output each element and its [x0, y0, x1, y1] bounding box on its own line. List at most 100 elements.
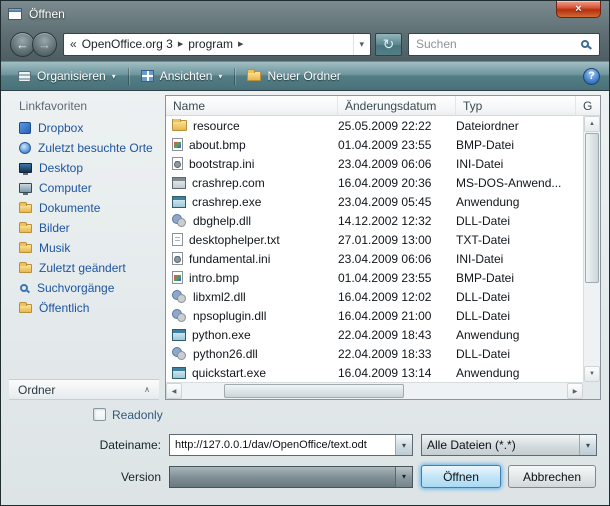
sidebar-item-recently-changed[interactable]: Zuletzt geändert [9, 258, 159, 278]
new-folder-button[interactable]: Neuer Ordner [239, 65, 348, 87]
file-date: 16.04.2009 13:14 [338, 366, 456, 380]
sidebar-item-pictures[interactable]: Bilder [9, 218, 159, 238]
file-row[interactable]: resource25.05.2009 22:22Dateiordner [166, 116, 583, 135]
vertical-scrollbar-thumb[interactable] [585, 133, 599, 283]
column-header-date[interactable]: Änderungsdatum [338, 96, 456, 115]
navigation-pane: Linkfavoriten DropboxZuletzt besuchte Or… [9, 95, 159, 400]
chevron-down-icon: ▾ [402, 441, 406, 450]
views-button[interactable]: Ansichten ▾ [133, 65, 231, 87]
file-name: libxml2.dll [193, 290, 246, 304]
file-type: BMP-Datei [456, 271, 583, 285]
filename-value[interactable]: http://127.0.0.1/dav/OpenOffice/text.odt [170, 439, 395, 451]
search-icon [20, 284, 28, 292]
forward-button[interactable]: → [32, 32, 57, 57]
file-name-cell: npsoplugin.dll [166, 309, 338, 323]
close-button[interactable]: × [556, 1, 601, 18]
file-row[interactable]: bootstrap.ini23.04.2009 06:06INI-Datei [166, 154, 583, 173]
scroll-down-button[interactable]: ▼ [584, 366, 600, 382]
column-header-name[interactable]: Name [166, 96, 338, 115]
version-dropdown-button[interactable]: ▾ [395, 467, 412, 487]
file-row[interactable]: intro.bmp01.04.2009 23:55BMP-Datei [166, 268, 583, 287]
file-date: 16.04.2009 12:02 [338, 290, 456, 304]
file-row[interactable]: about.bmp01.04.2009 23:55BMP-Datei [166, 135, 583, 154]
file-list-body: resource25.05.2009 22:22Dateiordnerabout… [166, 116, 583, 382]
sidebar-item-documents[interactable]: Dokumente [9, 198, 159, 218]
txt-file-icon [172, 233, 183, 246]
file-name-cell: crashrep.com [166, 176, 338, 190]
file-row[interactable]: crashrep.exe23.04.2009 05:45Anwendung [166, 192, 583, 211]
file-name-cell: bootstrap.ini [166, 157, 338, 171]
breadcrumb-dropdown[interactable]: ▾ [353, 34, 364, 55]
chevron-down-icon: ▾ [586, 441, 590, 450]
folder-icon [19, 244, 32, 253]
breadcrumb[interactable]: « OpenOffice.org 3 ▶ program ▶ ▾ [63, 33, 371, 56]
sidebar-item-label: Zuletzt geändert [39, 261, 126, 275]
vertical-scrollbar[interactable]: ▲ ▼ [583, 116, 600, 382]
breadcrumb-separator-icon: ▶ [238, 40, 243, 48]
help-icon: ? [588, 70, 595, 82]
breadcrumb-item-program[interactable]: program [188, 37, 233, 51]
titlebar[interactable]: Öffnen × [1, 1, 609, 27]
folders-label: Ordner [18, 383, 55, 397]
file-name: crashrep.exe [192, 195, 261, 209]
sidebar-item-label: Desktop [39, 161, 83, 175]
sidebar-items: DropboxZuletzt besuchte Orte Desktop Compu… [9, 118, 159, 318]
file-row[interactable]: quickstart.exe16.04.2009 13:14Anwendung [166, 363, 583, 382]
file-date: 23.04.2009 06:06 [338, 252, 456, 266]
search-box[interactable]: Suchen [408, 33, 600, 56]
file-row[interactable]: dbghelp.dll14.12.2002 12:32DLL-Datei [166, 211, 583, 230]
sidebar-item-desktop[interactable]: Desktop [9, 158, 159, 178]
clock-icon [19, 142, 31, 154]
filename-dropdown-button[interactable]: ▾ [395, 435, 412, 455]
help-button[interactable]: ? [583, 68, 600, 85]
organize-button[interactable]: Organisieren ▾ [10, 65, 124, 87]
file-row[interactable]: python26.dll22.04.2009 18:33DLL-Datei [166, 344, 583, 363]
sidebar-item-music[interactable]: Musik [9, 238, 159, 258]
readonly-label: Readonly [112, 408, 163, 422]
column-header-size[interactable]: G [576, 96, 600, 115]
breadcrumb-overflow-icon[interactable]: « [70, 37, 77, 51]
bmp-file-icon [172, 271, 183, 284]
new-folder-icon [247, 71, 261, 81]
file-row[interactable]: fundamental.ini23.04.2009 06:06INI-Datei [166, 249, 583, 268]
folder-file-icon [172, 120, 187, 131]
readonly-row: Readonly [93, 407, 601, 422]
file-name-cell: intro.bmp [166, 271, 338, 285]
chevron-up-icon: ∧ [144, 385, 150, 394]
dll-file-icon [172, 309, 187, 322]
folders-expander[interactable]: Ordner ∧ [9, 379, 159, 400]
file-row[interactable]: python.exe22.04.2009 18:43Anwendung [166, 325, 583, 344]
scroll-left-button[interactable]: ◀ [166, 383, 182, 399]
cancel-button[interactable]: Abbrechen [508, 465, 596, 488]
file-row[interactable]: libxml2.dll16.04.2009 12:02DLL-Datei [166, 287, 583, 306]
column-header-type[interactable]: Typ [456, 96, 576, 115]
sidebar-item-recent-places[interactable]: Zuletzt besuchte Orte [9, 138, 159, 158]
views-label: Ansichten [160, 69, 213, 83]
scroll-up-button[interactable]: ▲ [584, 116, 600, 132]
file-row[interactable]: npsoplugin.dll16.04.2009 21:00DLL-Datei [166, 306, 583, 325]
file-name: python26.dll [193, 347, 258, 361]
box-icon [19, 122, 31, 134]
version-combobox[interactable]: ▾ [169, 466, 413, 488]
file-name-cell: libxml2.dll [166, 290, 338, 304]
sidebar-item-public[interactable]: Öffentlich [9, 298, 159, 318]
sidebar-item-computer[interactable]: Computer [9, 178, 159, 198]
horizontal-scrollbar[interactable]: ◀ ▶ [166, 382, 583, 399]
filetype-combobox[interactable]: Alle Dateien (*.*) ▾ [421, 434, 597, 456]
sidebar-item-label: Bilder [39, 221, 70, 235]
horizontal-scrollbar-thumb[interactable] [224, 384, 404, 398]
folder-icon [19, 224, 32, 233]
file-row[interactable]: desktophelper.txt27.01.2009 13:00TXT-Dat… [166, 230, 583, 249]
filename-combobox[interactable]: http://127.0.0.1/dav/OpenOffice/text.odt… [169, 434, 413, 456]
open-button[interactable]: Öffnen [421, 465, 501, 488]
refresh-button[interactable]: ↻ [375, 33, 402, 56]
search-icon[interactable] [581, 40, 589, 48]
breadcrumb-item-openoffice[interactable]: OpenOffice.org 3 [82, 37, 173, 51]
scroll-right-button[interactable]: ▶ [567, 383, 583, 399]
readonly-checkbox[interactable] [93, 408, 106, 421]
file-row[interactable]: crashrep.com16.04.2009 20:36MS-DOS-Anwen… [166, 173, 583, 192]
sidebar-item-dropbox[interactable]: Dropbox [9, 118, 159, 138]
filetype-dropdown-button[interactable]: ▾ [579, 435, 596, 455]
sidebar-item-searches[interactable]: Suchvorgänge [9, 278, 159, 298]
file-date: 14.12.2002 12:32 [338, 214, 456, 228]
